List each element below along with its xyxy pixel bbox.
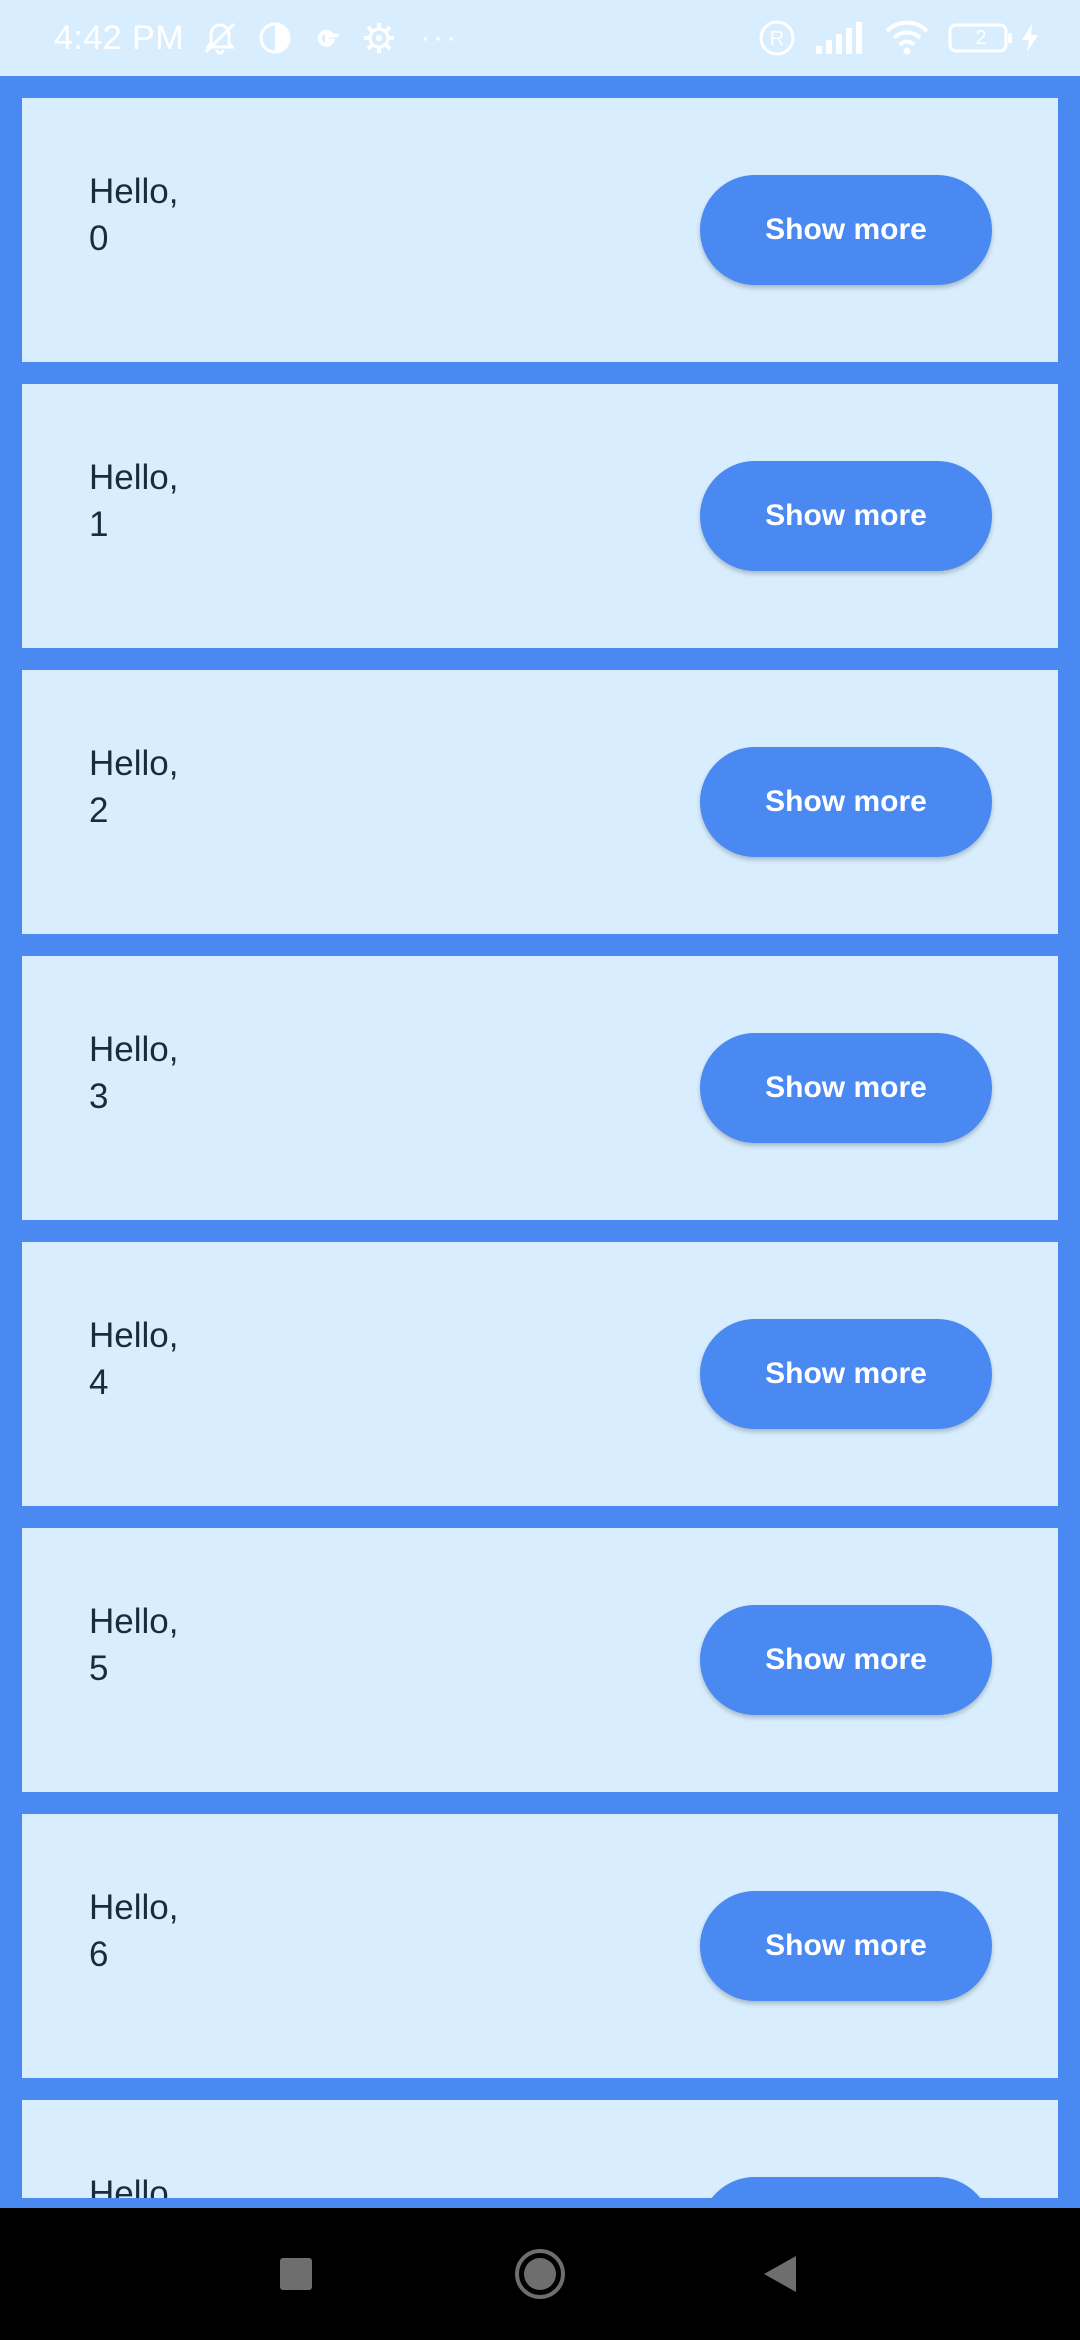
status-bar: 4:42 PM ··· R 2 xyxy=(0,0,1080,76)
battery-level: 2 xyxy=(975,26,987,49)
battery-icon: 2 xyxy=(948,22,1014,54)
list-item: Hello, 0 Show more xyxy=(22,98,1058,362)
status-time: 4:42 PM xyxy=(54,18,185,57)
card-text: Hello, 0 xyxy=(89,168,178,262)
card-text: Hello, xyxy=(89,2170,178,2198)
show-more-button[interactable]: Show more xyxy=(700,1891,992,2001)
card-index: 4 xyxy=(89,1363,109,1402)
card-greeting: Hello, xyxy=(89,1030,179,1069)
card-index: 5 xyxy=(89,1649,109,1688)
status-right: R 2 xyxy=(758,19,1040,57)
list-item: Hello, 5 Show more xyxy=(22,1528,1058,1792)
card-index: 6 xyxy=(89,1935,109,1974)
card-index: 1 xyxy=(89,505,109,544)
show-more-button[interactable]: Show more xyxy=(700,1605,992,1715)
svg-text:R: R xyxy=(770,28,784,50)
card-list[interactable]: Hello, 0 Show more Hello, 1 Show more He… xyxy=(22,98,1058,2198)
back-triangle-icon[interactable] xyxy=(740,2208,820,2340)
list-item: Hello, 2 Show more xyxy=(22,670,1058,934)
show-more-button[interactable]: Show more xyxy=(700,1319,992,1429)
card-greeting: Hello, xyxy=(89,1316,179,1355)
card-greeting: Hello, xyxy=(89,1602,179,1641)
home-circle-icon[interactable] xyxy=(500,2208,580,2340)
list-item: Hello, xyxy=(22,2100,1058,2198)
list-item: Hello, 4 Show more xyxy=(22,1242,1058,1506)
card-greeting: Hello, xyxy=(89,458,179,497)
recents-square-icon[interactable] xyxy=(256,2208,336,2340)
navigation-bar xyxy=(0,2208,1080,2340)
status-left: 4:42 PM ··· xyxy=(54,18,459,58)
show-more-button[interactable]: Show more xyxy=(700,175,992,285)
show-more-button[interactable]: Show more xyxy=(700,461,992,571)
registered-icon: R xyxy=(758,19,796,57)
card-text: Hello, 6 xyxy=(89,1884,178,1978)
card-index: 3 xyxy=(89,1077,109,1116)
data-saver-icon xyxy=(258,21,292,55)
list-item: Hello, 3 Show more xyxy=(22,956,1058,1220)
list-item: Hello, 6 Show more xyxy=(22,1814,1058,2078)
show-more-button[interactable] xyxy=(700,2177,992,2198)
card-index: 0 xyxy=(89,219,109,258)
card-index: 2 xyxy=(89,791,109,830)
card-greeting: Hello, xyxy=(89,744,179,783)
overflow-dots: ··· xyxy=(420,21,460,54)
card-greeting: Hello, xyxy=(89,2174,179,2198)
settings-icon xyxy=(362,21,396,55)
card-text: Hello, 3 xyxy=(89,1026,178,1120)
card-greeting: Hello, xyxy=(89,1888,179,1927)
show-more-button[interactable]: Show more xyxy=(700,1033,992,1143)
show-more-button[interactable]: Show more xyxy=(700,747,992,857)
card-text: Hello, 5 xyxy=(89,1598,178,1692)
card-greeting: Hello, xyxy=(89,172,179,211)
list-item: Hello, 1 Show more xyxy=(22,384,1058,648)
charging-icon xyxy=(1020,23,1040,53)
signal-icon xyxy=(814,22,866,54)
muted-bell-icon xyxy=(200,18,240,58)
card-text: Hello, 1 xyxy=(89,454,178,548)
card-text: Hello, 2 xyxy=(89,740,178,834)
wifi-icon xyxy=(884,20,930,56)
google-icon xyxy=(310,21,344,55)
card-text: Hello, 4 xyxy=(89,1312,178,1406)
